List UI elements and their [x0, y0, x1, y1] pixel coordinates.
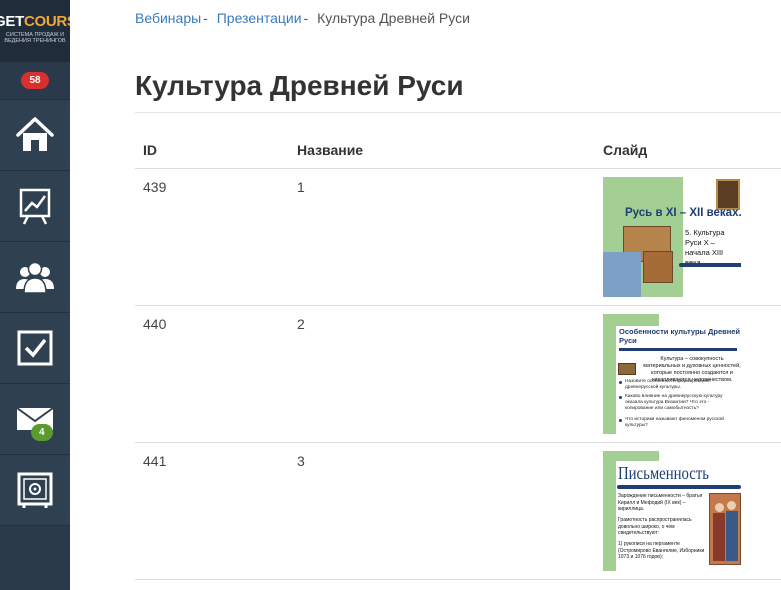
divider: [135, 112, 781, 113]
notifications-badge[interactable]: 58: [21, 72, 49, 89]
slide-text: 1) рукописи на пергаменте (Остромирово Е…: [618, 541, 705, 560]
logo-subtitle: СИСТЕМА ПРОДАЖ И ВЕДЕНИЯ ТРЕНИНГОВ: [4, 32, 66, 44]
logo-text-course: COURSE: [23, 13, 70, 30]
breadcrumb-current: Культура Древней Руси: [317, 10, 470, 26]
slide-thumbnail[interactable]: Письменность Зарождение письменности – б…: [603, 451, 741, 571]
logo[interactable]: GETCOURSE СИСТЕМА ПРОДАЖ И ВЕДЕНИЯ ТРЕНИ…: [0, 0, 70, 62]
page-title: Культура Древней Руси: [135, 70, 464, 101]
slide-bullet: Каково влияние на древнерусскую культуру…: [625, 394, 723, 411]
row-id: 440: [143, 316, 167, 332]
row-id: 441: [143, 453, 167, 469]
messages-badge[interactable]: 4: [31, 424, 53, 441]
row-name[interactable]: 2: [297, 316, 305, 332]
slide-text: Грамотность распространялась довольно ши…: [618, 517, 692, 536]
slide-text: Зарождение письменности – братья Кирилл …: [618, 493, 703, 512]
sidebar-item-tasks[interactable]: [0, 313, 70, 384]
row-id: 439: [143, 179, 167, 195]
breadcrumb: Вебинары - Презентации - Культура Древней …: [135, 10, 470, 26]
table-row[interactable]: 439 1 Русь в XI – XII веках. 5. Культура…: [135, 169, 781, 306]
slide-subtitle: 5. Культура Руси X – начала XIII века.: [685, 228, 725, 267]
slide-bullet: Что историки называют феноменом русской …: [625, 417, 724, 428]
breadcrumb-presentations[interactable]: Презентации: [217, 10, 302, 26]
home-icon: [16, 117, 54, 151]
main-content: Вебинары - Презентации - Культура Древней …: [70, 0, 781, 590]
sidebar-item-safe[interactable]: [0, 455, 70, 526]
slide-thumbnail[interactable]: Особенности культуры Древней Руси Культу…: [603, 314, 741, 434]
table-header: ID Название Слайд: [135, 128, 781, 169]
checkbox-icon: [17, 330, 53, 366]
slide-title: Русь в XI – XII веках.: [625, 207, 741, 219]
slide-thumbnail[interactable]: Русь в XI – XII веках. 5. Культура Руси …: [603, 177, 741, 297]
slide-title: Письменность: [618, 463, 710, 483]
table-row[interactable]: 441 3 Письменность Зарождение письменнос…: [135, 443, 781, 580]
header-id: ID: [143, 142, 157, 158]
sidebar-item-users[interactable]: [0, 242, 70, 313]
header-slide: Слайд: [603, 142, 648, 158]
sidebar-item-home[interactable]: [0, 100, 70, 171]
users-icon: [16, 261, 54, 294]
chart-icon: [19, 188, 51, 225]
breadcrumb-webinars[interactable]: Вебинары: [135, 10, 201, 26]
sidebar-item-messages[interactable]: 4: [0, 384, 70, 455]
logo-text-get: GET: [0, 13, 24, 30]
sidebar-item-stats[interactable]: [0, 171, 70, 242]
slide-title: Особенности культуры Древней Руси: [619, 327, 741, 345]
slide-bullet: Назовите особенности формирования древне…: [625, 379, 711, 390]
row-name[interactable]: 3: [297, 453, 305, 469]
safe-icon: [17, 472, 53, 508]
sidebar: GETCOURSE СИСТЕМА ПРОДАЖ И ВЕДЕНИЯ ТРЕНИ…: [0, 0, 70, 590]
notifications[interactable]: 58: [0, 62, 70, 100]
row-name[interactable]: 1: [297, 179, 305, 195]
header-name: Название: [297, 142, 364, 158]
table-row[interactable]: 440 2 Особенности культуры Древней Руси …: [135, 306, 781, 443]
slides-table: ID Название Слайд 439 1 Русь в XI – XII …: [135, 128, 781, 580]
